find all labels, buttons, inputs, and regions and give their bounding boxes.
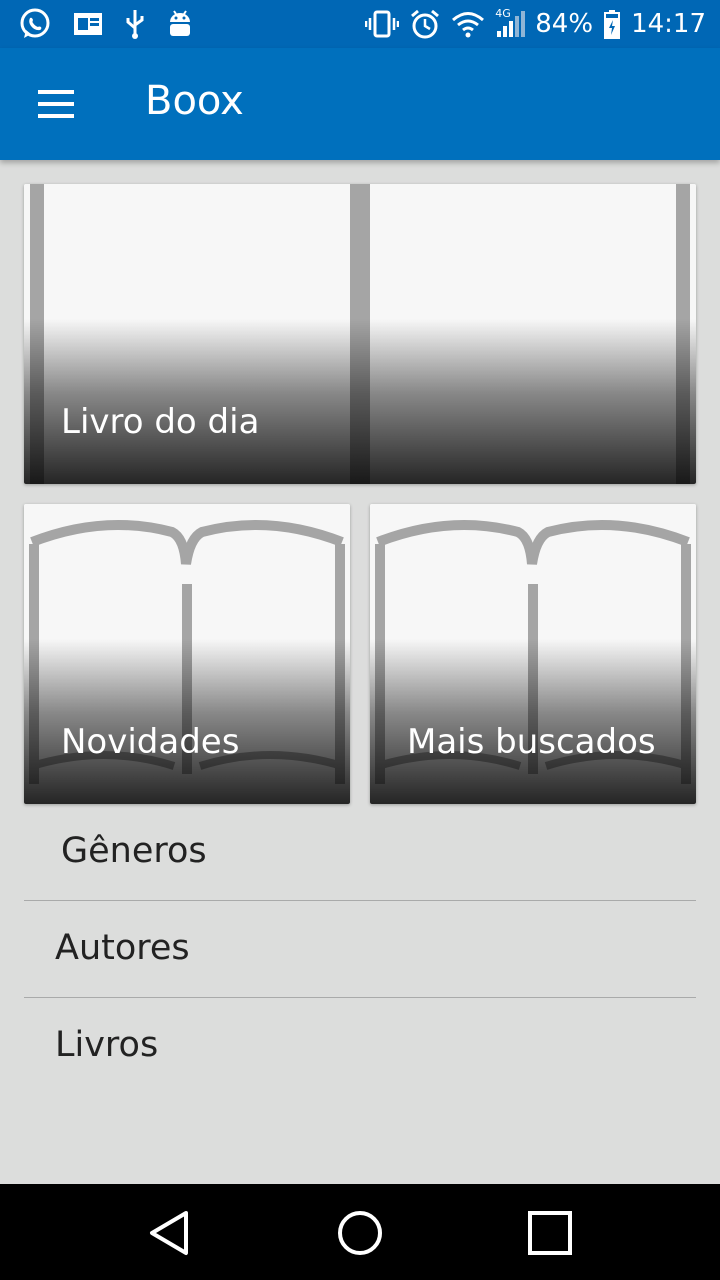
wifi-icon — [451, 10, 485, 38]
alarm-icon — [409, 8, 441, 40]
list-item-books[interactable]: Livros — [24, 999, 696, 1095]
book-of-day-card[interactable]: Livro do dia — [24, 184, 696, 484]
network-type-label: 4G — [495, 7, 511, 20]
card-label: Novidades — [61, 722, 240, 762]
back-icon[interactable] — [146, 1208, 196, 1258]
divider — [24, 900, 696, 901]
android-debug-icon — [166, 9, 194, 39]
app-bar: Boox — [0, 48, 720, 160]
signal-icon: 4G — [495, 7, 526, 39]
cast-message-icon — [72, 10, 104, 38]
list-item-genres[interactable]: Gêneros — [24, 805, 696, 901]
list-item-label: Gêneros — [61, 831, 207, 871]
battery-percent: 84% — [535, 9, 594, 39]
card-label: Livro do dia — [61, 402, 260, 442]
whatsapp-icon — [18, 7, 52, 41]
battery-charging-icon — [603, 9, 621, 39]
new-releases-card[interactable]: Novidades — [24, 504, 350, 804]
status-bar: 4G 84% 14:17 — [0, 0, 720, 48]
most-searched-card[interactable]: Mais buscados — [370, 504, 696, 804]
list-item-label: Autores — [55, 928, 190, 968]
navigation-bar — [0, 1184, 720, 1280]
recents-icon[interactable] — [526, 1208, 576, 1258]
usb-icon — [124, 8, 146, 40]
app-title: Boox — [145, 78, 244, 124]
clock: 14:17 — [631, 9, 706, 39]
divider — [24, 997, 696, 998]
home-icon[interactable] — [335, 1208, 385, 1258]
list-item-label: Livros — [55, 1025, 159, 1065]
list-item-authors[interactable]: Autores — [24, 902, 696, 998]
hamburger-menu-icon[interactable] — [30, 80, 82, 128]
vibrate-icon — [365, 9, 400, 39]
card-label: Mais buscados — [407, 722, 656, 762]
